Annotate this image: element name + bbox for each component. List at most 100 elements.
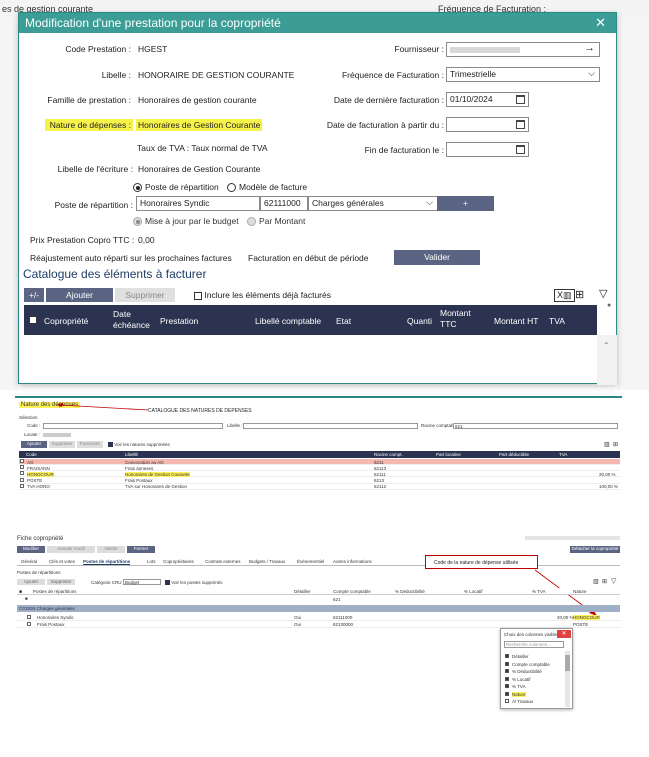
checkbox-icon[interactable] [20, 465, 24, 470]
checkbox-icon[interactable] [27, 622, 31, 626]
close-icon[interactable]: ✕ [557, 630, 571, 638]
tab-lots[interactable]: Lots [147, 559, 156, 564]
col-header[interactable]: Libellé [125, 452, 138, 457]
radio-icon[interactable] [247, 217, 256, 227]
excel-export-icon[interactable]: ▥ [604, 441, 610, 448]
checkbox-icon[interactable] [20, 471, 24, 476]
radio-montant[interactable]: Par Montant [247, 216, 305, 227]
fin-date-field[interactable] [446, 142, 529, 157]
tab-budgets[interactable]: Budgets / Travaux [249, 559, 285, 564]
postes-supprimer-button[interactable]: Supprimer [47, 579, 75, 585]
popup-item[interactable]: Al Travaux [504, 698, 564, 705]
poste-code-field[interactable]: 62111000 [260, 196, 308, 211]
checkbox-icon[interactable] [505, 661, 509, 666]
postes-ajouter-button[interactable]: Ajouter [17, 579, 45, 585]
calendar-icon[interactable] [516, 145, 525, 154]
col-header[interactable]: Quanti [407, 316, 432, 326]
col-header[interactable]: Postes de répartitions [33, 589, 77, 594]
valider-button[interactable]: Valider [394, 250, 480, 265]
checkbox-icon[interactable] [505, 684, 509, 688]
table-row[interactable]: FRAISANN Frais annexes 62113 [19, 465, 620, 472]
columns-icon[interactable]: ⊞ [575, 288, 584, 301]
col-header[interactable]: Nature [573, 589, 587, 594]
chevron-up-icon[interactable]: ⌃ [603, 341, 610, 350]
calendar-icon[interactable] [516, 95, 525, 104]
col-header[interactable]: Compte comptable [333, 589, 371, 594]
apartir-date-field[interactable] [446, 117, 529, 132]
radio-poste[interactable]: Poste de répartition [133, 182, 219, 193]
derniere-date-field[interactable]: 01/10/2024 [446, 92, 529, 107]
checkbox-icon[interactable] [505, 669, 509, 673]
radio-icon[interactable] [227, 183, 236, 193]
natures-ajouter-button[interactable]: Ajouter [21, 441, 47, 448]
detacher-button[interactable]: Détacher la copropriété [570, 546, 620, 553]
checkbox-icon[interactable] [194, 291, 202, 300]
popup-scrollbar[interactable] [565, 651, 570, 707]
col-header[interactable]: Part locative [436, 452, 461, 457]
columns-icon[interactable]: ⊞ [602, 578, 607, 585]
fiche-annuler-button[interactable]: Annuler modif [47, 546, 95, 553]
plusminus-button[interactable]: +/- [24, 288, 44, 302]
radio-budget[interactable]: Mise à jour par le budget [133, 216, 239, 227]
popup-item[interactable]: % Locatif [504, 676, 564, 683]
checkbox-icon[interactable]: ■ [19, 589, 22, 595]
poste-cat-select[interactable]: Charges générales ⌵ [308, 196, 438, 211]
fournisseur-field[interactable]: → [446, 42, 600, 57]
fiche-valider-button[interactable]: Valider [97, 546, 125, 553]
checkbox-icon[interactable] [27, 615, 31, 619]
tab-coproprietaires[interactable]: Copropriétaires [163, 559, 194, 564]
col-header[interactable]: Libellé comptable [255, 316, 321, 326]
col-header[interactable]: Détailler [294, 589, 311, 594]
supprimer-button[interactable]: Supprimer [115, 288, 175, 302]
checkbox-icon[interactable] [20, 483, 24, 488]
frequence-select[interactable]: Trimestrielle ⌵ [446, 67, 600, 82]
col-header[interactable]: Part déductible [499, 452, 529, 457]
tab-cles[interactable]: Clés et votes [49, 559, 75, 564]
table-row[interactable]: HONOCOUR Honoraires de Gestion Courante 62… [19, 471, 620, 478]
table-row[interactable]: Honoraires Syndic Oui 62111000 20,00 % HONOC… [17, 614, 620, 621]
categorie-select[interactable]: Budget [123, 579, 161, 585]
col-header[interactable]: % TVA [532, 589, 546, 594]
checkbox-icon[interactable] [165, 580, 170, 586]
arrow-right-icon[interactable]: → [584, 43, 595, 54]
tab-general[interactable]: Général [21, 559, 37, 564]
checkbox-icon[interactable] [108, 442, 113, 448]
col-header[interactable]: Prestation [160, 316, 198, 326]
checkbox-icon[interactable] [505, 676, 509, 681]
filter-icon[interactable]: ▽ [599, 287, 607, 300]
popup-item[interactable]: Détailler [504, 653, 564, 660]
table-row[interactable]: AG Convocation au AG 6211 [19, 459, 620, 465]
racine-filter-input[interactable]: 621 [453, 423, 618, 429]
col-header[interactable]: TVA [559, 452, 567, 457]
checkbox-icon[interactable] [505, 699, 509, 703]
code-filter-input[interactable] [43, 423, 223, 429]
filter-icon[interactable]: ▽ [611, 577, 616, 585]
calendar-icon[interactable] [516, 120, 525, 129]
filter-value[interactable]: 621 [333, 597, 341, 602]
tab-evenementiel[interactable]: Événementiel [297, 559, 324, 564]
popup-item[interactable]: % TVA [504, 683, 564, 690]
chevron-down-icon[interactable]: ⌵ [426, 197, 433, 208]
tab-contrats[interactable]: Contrats externes [205, 559, 241, 564]
excel-export-icon[interactable]: X▥ [554, 289, 575, 302]
col-header[interactable]: Montant TTC [440, 308, 480, 330]
col-header[interactable]: TVA [549, 316, 565, 326]
table-row[interactable]: POSTE Frais Postaux 6213 [19, 477, 620, 484]
fiche-modifier-button[interactable]: Modifier [17, 546, 45, 553]
natures-fusionner-button[interactable]: Fusionner [77, 441, 103, 448]
libelle-filter-input[interactable] [243, 423, 418, 429]
col-header[interactable]: % Locatif [464, 589, 483, 594]
voir-postes-checkbox[interactable]: Voir les postes supprimés [165, 580, 223, 586]
popup-item[interactable]: Nature [504, 691, 564, 698]
natures-supprimer-button[interactable]: Supprimer [49, 441, 75, 448]
col-header[interactable]: Racine compt. [374, 452, 403, 457]
excel-export-icon[interactable]: ▥ [593, 578, 599, 585]
table-row[interactable]: TVA HONO TVA sur Honoraires de Gestion 621… [19, 483, 620, 490]
add-poste-button[interactable]: + [437, 196, 494, 211]
voir-supprimees-checkbox[interactable]: Voir les natures supprimées [108, 442, 170, 448]
radio-icon[interactable] [133, 183, 142, 193]
poste-name-field[interactable]: Honoraires Syndic [136, 196, 260, 211]
scrollbar[interactable]: ⌃ [597, 335, 617, 385]
checkbox-icon[interactable] [20, 477, 24, 482]
table-row[interactable]: Frais Postaux Oui 62130000 POSTE [17, 621, 620, 628]
